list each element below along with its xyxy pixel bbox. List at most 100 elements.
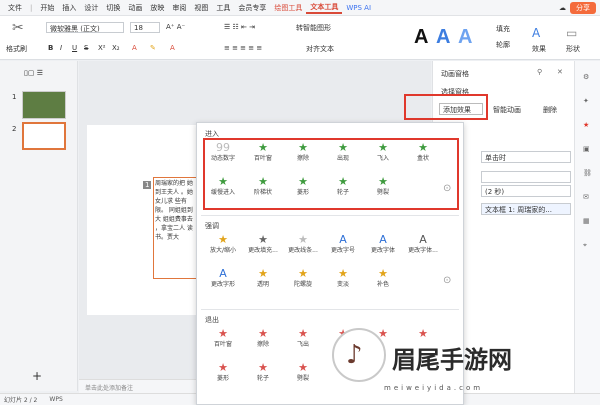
property-icon[interactable]: ⚙ [583, 73, 589, 81]
add-effect-highlight [404, 94, 488, 120]
style-black-icon[interactable]: A [414, 26, 428, 49]
star-icon: ★ [298, 233, 308, 246]
bold-icon[interactable]: B [48, 44, 53, 52]
effect-item[interactable]: ★ 透明 [243, 267, 283, 293]
effect-item[interactable]: A 更改字体... [403, 233, 443, 259]
menu-member[interactable]: 会员专享 [234, 3, 270, 13]
shapes-button[interactable]: 形状 [566, 44, 580, 54]
menu-text-tools[interactable]: 文本工具 [306, 2, 343, 14]
link-icon[interactable]: ⛓ [583, 169, 592, 177]
font-color-icon[interactable]: A [132, 44, 137, 52]
menu-animation[interactable]: 动画 [124, 3, 146, 13]
effect-label: 更改字体... [408, 247, 438, 254]
property-select[interactable] [481, 171, 571, 183]
effect-label: 百叶窗 [213, 341, 232, 348]
fill-button[interactable]: 填充 [496, 24, 510, 34]
style-light-blue-icon[interactable]: A [458, 26, 472, 49]
speed-select[interactable]: (2 秒) [481, 185, 571, 197]
star-icon: ★ [218, 327, 228, 340]
comment-icon[interactable]: ✉ [583, 193, 589, 201]
align-text-button[interactable]: 对齐文本 [306, 44, 334, 54]
star-icon: ★ [338, 267, 348, 280]
effect-item[interactable]: ★ 飞出 [283, 327, 323, 353]
effect-item[interactable]: ★ 变淡 [323, 267, 363, 293]
list-icon[interactable]: ☰ ☷ ⇤ ⇥ [224, 23, 255, 31]
cloud-icon[interactable]: ☁ [555, 4, 570, 12]
star-icon: ★ [378, 267, 388, 280]
shape-icon[interactable]: ▭ [566, 26, 577, 40]
pin-icon[interactable]: ⚲ [537, 68, 542, 76]
font-name-select[interactable]: 微软雅黑 (正文) [46, 22, 124, 33]
underline-icon[interactable]: U [72, 44, 77, 52]
effect-item[interactable]: ★ 更改填充... [243, 233, 283, 259]
star-icon: ★ [298, 361, 308, 374]
effect-item[interactable]: ★ 更改线条... [283, 233, 323, 259]
add-slide-icon[interactable]: + [32, 369, 42, 383]
effect-item[interactable]: ★ 劈裂 [283, 361, 323, 387]
menu-drawing-tools[interactable]: 绘图工具 [270, 3, 306, 13]
effect-item[interactable]: A 更改字形 [203, 267, 243, 293]
animation-icon[interactable]: ★ [583, 121, 589, 129]
menu-insert[interactable]: 插入 [58, 3, 80, 13]
effect-item[interactable]: A 更改字号 [323, 233, 363, 259]
outline-view-icon[interactable]: ▯▢ ☰ [24, 69, 43, 77]
slide-thumbnail-2[interactable] [22, 122, 66, 150]
animation-list-item[interactable]: 文本框 1: 周瑞家的... [481, 203, 571, 215]
menu-file[interactable]: 文件 [4, 3, 26, 13]
subscript-icon[interactable]: X₂ [112, 44, 120, 52]
effect-item[interactable]: ★ 擦除 [243, 327, 283, 353]
effect-item[interactable]: ★ 放大/缩小 [203, 233, 243, 259]
effect-label: 轮子 [256, 375, 269, 382]
smart-animation-button[interactable]: 智能动画 [493, 105, 521, 115]
slide-thumbnail-panel: ▯▢ ☰ 1 2 + [0, 61, 78, 391]
strikethrough-icon[interactable]: S [84, 44, 88, 52]
font-grow-icon[interactable]: A⁺ A⁻ [166, 23, 185, 31]
effect-item[interactable]: ★ 菱形 [203, 361, 243, 387]
wps-ai-button[interactable]: WPS AI [342, 4, 375, 12]
effects-button[interactable]: 效果 [532, 44, 546, 54]
outline-button[interactable]: 轮廓 [496, 40, 510, 50]
grid-icon[interactable]: ▦ [583, 217, 590, 225]
effects-icon[interactable]: A [532, 26, 540, 40]
font-size-select[interactable]: 18 [130, 22, 160, 33]
effect-label: 更改线条... [288, 247, 318, 254]
effect-item[interactable]: ★ 补色 [363, 267, 403, 293]
menu-tools[interactable]: 工具 [212, 3, 234, 13]
expand-emphasis-icon[interactable]: ⊙ [443, 275, 451, 286]
convert-smartart-button[interactable]: 转智能图形 [296, 23, 331, 33]
text-effect-icon[interactable]: A [170, 44, 175, 52]
letter-a-icon: A [339, 233, 347, 246]
effect-item[interactable]: ★ 百叶窗 [203, 327, 243, 353]
start-select[interactable]: 单击时 [481, 151, 571, 163]
effect-item[interactable]: A 更改字体 [363, 233, 403, 259]
effect-item[interactable]: ★ 轮子 [243, 361, 283, 387]
menu-view[interactable]: 视图 [190, 3, 212, 13]
slide-thumbnail-1[interactable] [22, 91, 66, 119]
menu-slideshow[interactable]: 放映 [146, 3, 168, 13]
share-button[interactable]: 分享 [570, 1, 596, 14]
italic-icon[interactable]: I [60, 44, 62, 52]
design-icon[interactable]: ✦ [583, 97, 589, 105]
align-icon[interactable]: ≡ ≡ ≡ ≡ ≡ [224, 44, 262, 52]
right-sidebar: ⚙ ✦ ★ ▣ ⛓ ✉ ▦ ⌖ [574, 61, 600, 393]
slide-icon[interactable]: ▣ [583, 145, 590, 153]
delete-button[interactable]: 删除 [543, 105, 557, 115]
menu-home[interactable]: 开始 [36, 3, 58, 13]
menu-bar: 文件 | 开始 插入 设计 切换 动画 放映 审阅 视图 工具 会员专享 绘图工… [0, 0, 600, 16]
menu-transition[interactable]: 切换 [102, 3, 124, 13]
paste-icon[interactable]: ✂ [12, 20, 24, 36]
close-icon[interactable]: ✕ [557, 68, 563, 76]
format-brush-button[interactable]: 格式刷 [6, 44, 27, 54]
location-icon[interactable]: ⌖ [583, 241, 587, 250]
effect-item[interactable]: ★ 陀螺旋 [283, 267, 323, 293]
superscript-icon[interactable]: X² [98, 44, 106, 52]
menu-review[interactable]: 审阅 [168, 3, 190, 13]
effect-label: 补色 [376, 281, 389, 288]
effect-label: 放大/缩小 [209, 247, 237, 254]
style-blue-icon[interactable]: A [436, 26, 450, 49]
slide-text-box[interactable]: 周瑞家的把 她到王夫人 。她女儿求 些有限。 同姐姐到大 姐姐费事去 ，拿宝二人… [153, 177, 197, 279]
highlight-icon[interactable]: ✎ [150, 44, 156, 52]
slide-count: 幻灯片 2 / 2 [4, 397, 38, 404]
star-icon: ★ [258, 327, 268, 340]
menu-design[interactable]: 设计 [80, 3, 102, 13]
